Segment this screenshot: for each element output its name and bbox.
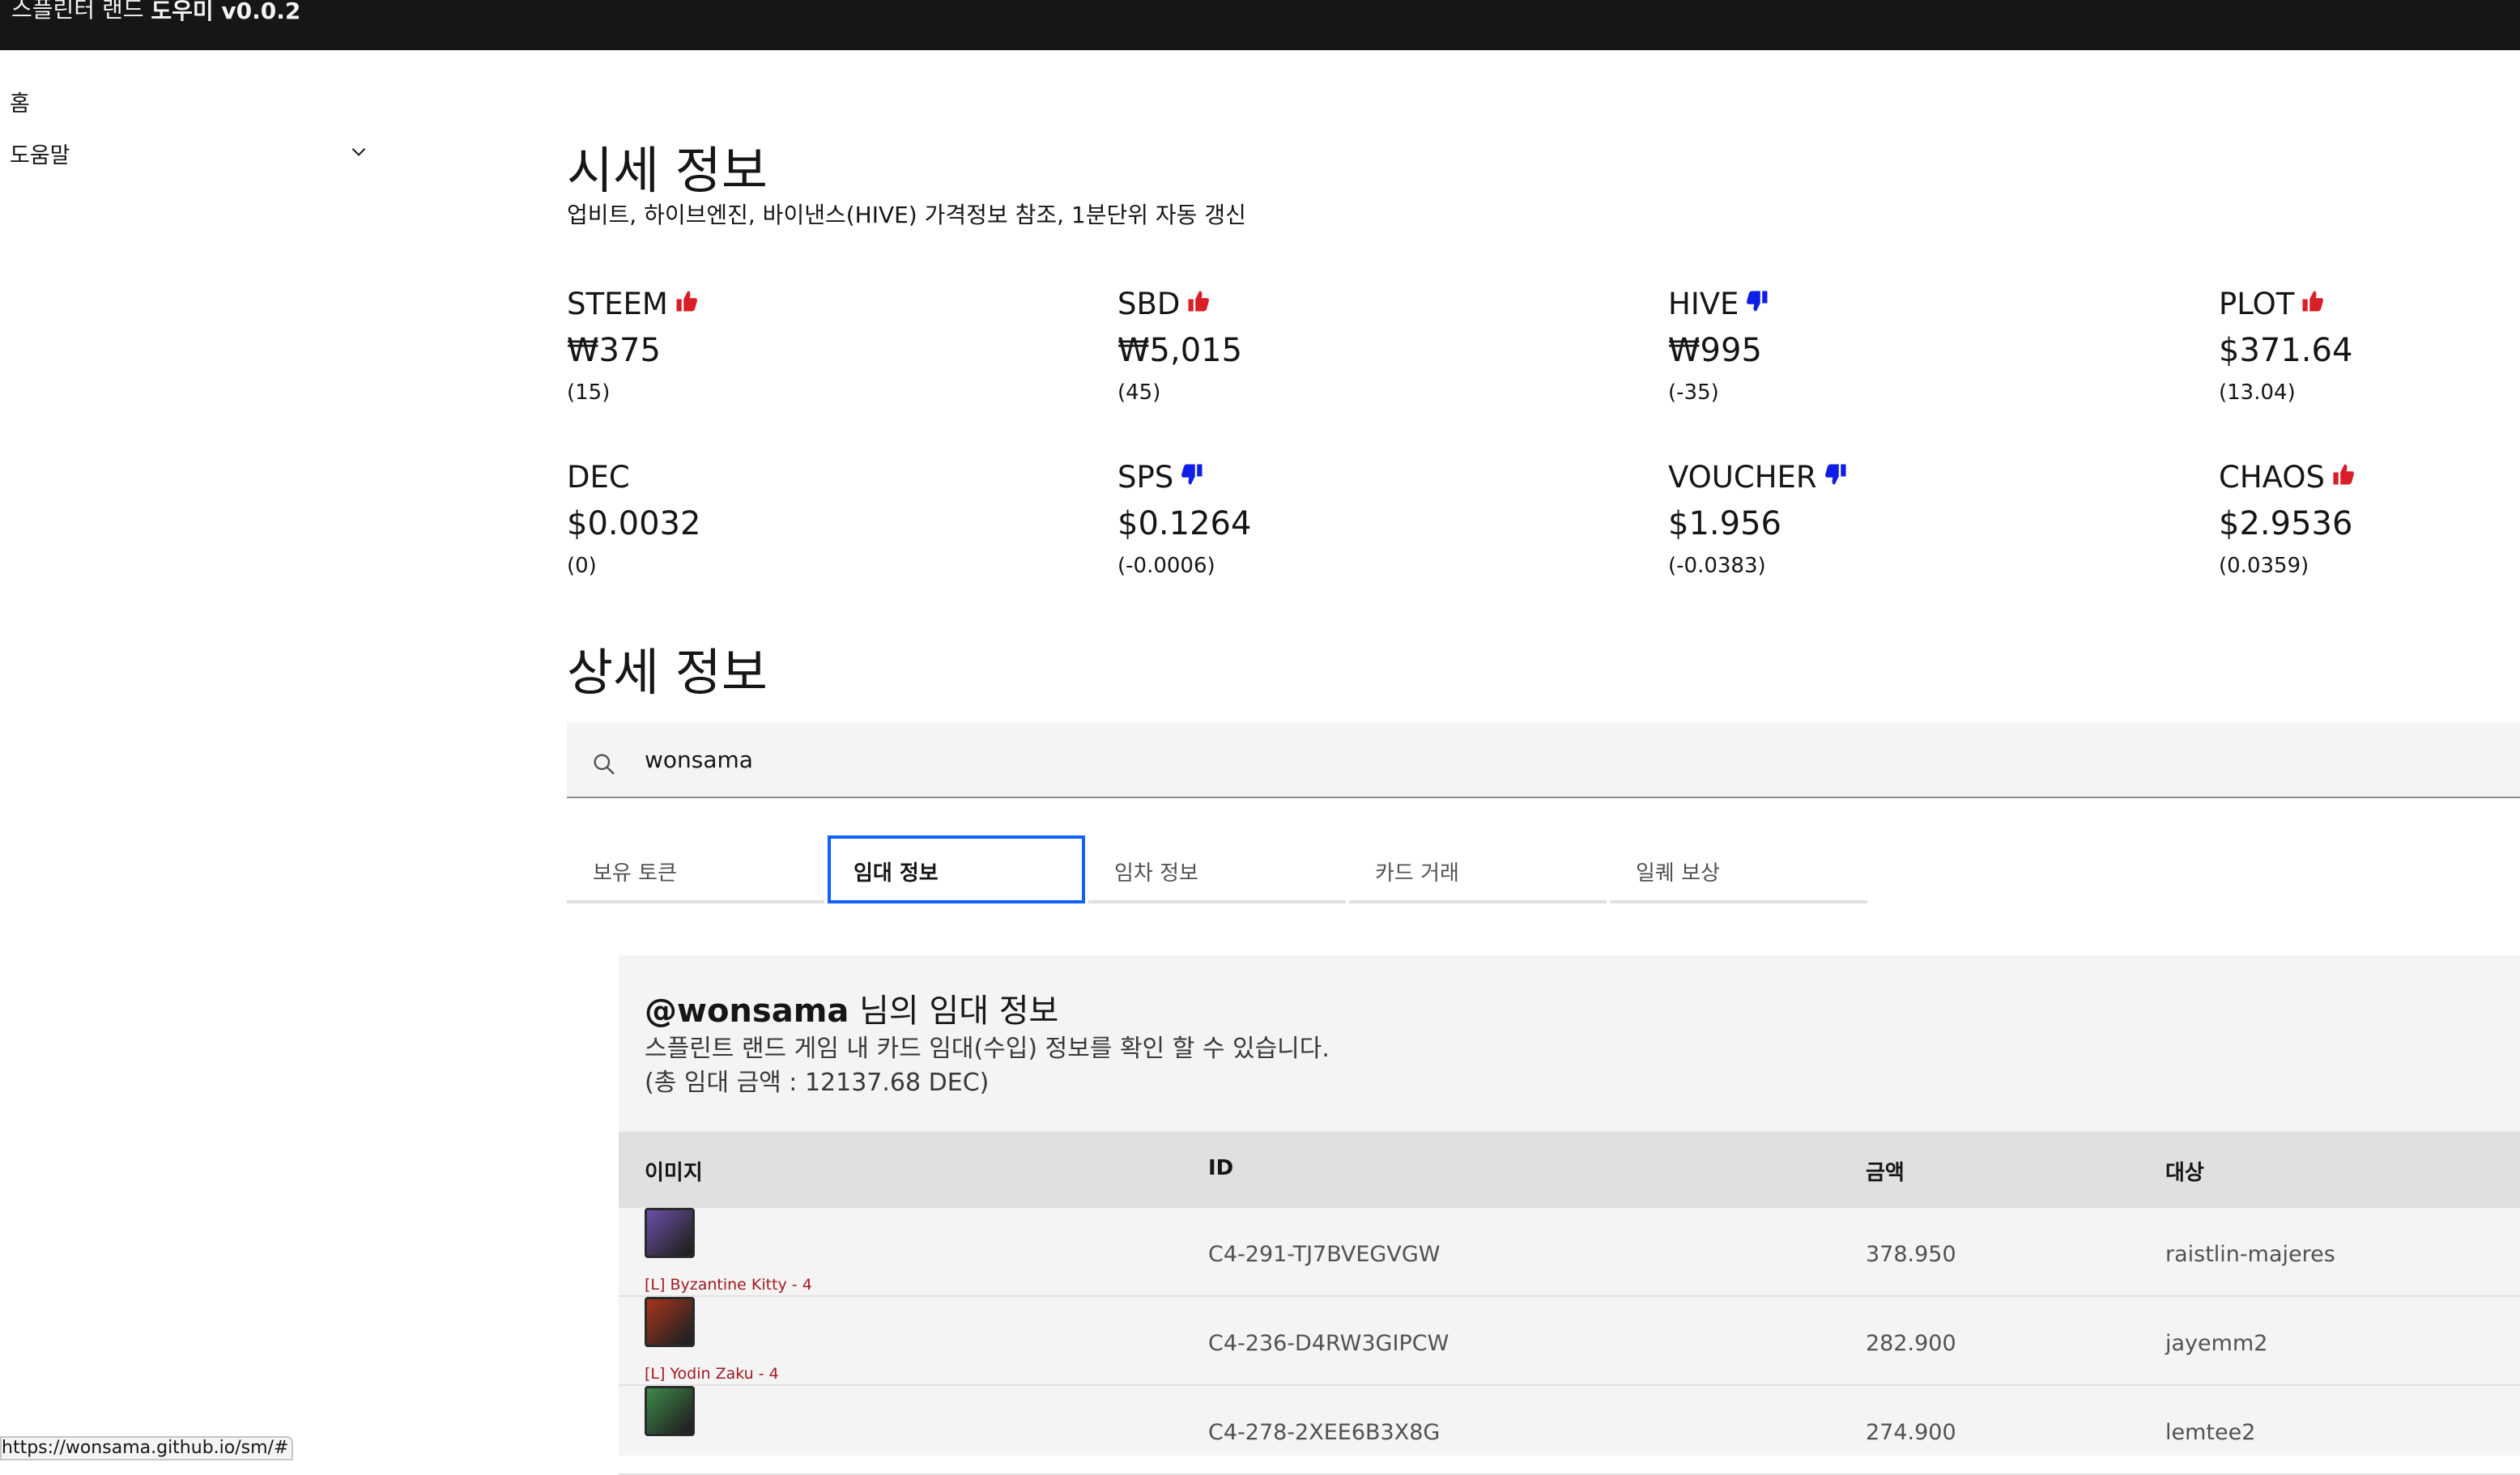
price-section-title: 시세 정보 xyxy=(567,141,768,200)
cell-target: jayemm2 xyxy=(2165,1331,2268,1356)
price-card: STEEM ₩375 (15) xyxy=(567,287,1053,440)
panel-total: (총 임대 금액 : 12137.68 DEC) xyxy=(645,1069,990,1097)
price-name-label: DEC xyxy=(567,460,630,495)
panel-title-user: @wonsama xyxy=(645,993,849,1030)
panel-description: 스플린트 랜드 게임 내 카드 임대(수입) 정보를 확인 할 수 있습니다. xyxy=(645,1035,1330,1063)
price-name-label: HIVE xyxy=(1668,287,1739,321)
tab-rental[interactable]: 임대 정보 xyxy=(828,835,1085,903)
panel-title-rest: 님의 임대 정보 xyxy=(849,993,1059,1030)
card-thumbnail[interactable] xyxy=(645,1297,695,1347)
price-card: HIVE ₩995 (-35) xyxy=(1668,287,2154,440)
sidebar-item-help[interactable]: 도움말 xyxy=(10,138,70,169)
top-bar: 스플린터 랜드 도우미 v0.0.2 xyxy=(0,0,2520,50)
thumbs-down-icon xyxy=(1824,464,1846,485)
price-change: (-0.0383) xyxy=(1668,554,1766,578)
cell-target: raistlin-majeres xyxy=(2165,1242,2335,1267)
tab-card-trade[interactable]: 카드 거래 xyxy=(1349,835,1607,903)
price-name-label: STEEM xyxy=(567,287,668,321)
sidebar-item-home[interactable]: 홈 xyxy=(10,86,30,117)
price-name: DEC xyxy=(567,460,630,495)
card-thumbnail[interactable] xyxy=(645,1208,695,1258)
thumbs-down-icon xyxy=(1181,464,1203,485)
price-name-label: CHAOS xyxy=(2219,460,2325,495)
rental-panel: @wonsama 님의 임대 정보 스플린트 랜드 게임 내 카드 임대(수입)… xyxy=(619,955,2520,1475)
price-value: $0.1264 xyxy=(1117,505,1252,542)
cell-id: C4-278-2XEE6B3X8G xyxy=(1208,1420,1441,1445)
search-input[interactable] xyxy=(645,737,2264,782)
price-card: SBD ₩5,015 (45) xyxy=(1117,287,1603,440)
cell-amount: 274.900 xyxy=(1866,1420,1956,1445)
price-value: $0.0032 xyxy=(567,505,701,542)
panel-title: @wonsama 님의 임대 정보 xyxy=(645,984,1058,1031)
price-name: SBD xyxy=(1117,287,1211,321)
cell-amount: 378.950 xyxy=(1866,1242,1956,1267)
price-change: (0) xyxy=(567,554,597,578)
column-header-target[interactable]: 대상 xyxy=(2165,1156,2204,1186)
price-value: $1.956 xyxy=(1668,505,1781,542)
column-header-id[interactable]: ID xyxy=(1208,1156,1233,1180)
detail-section-title: 상세 정보 xyxy=(567,643,768,702)
price-value: ₩995 xyxy=(1668,332,1762,369)
price-name: PLOT xyxy=(2219,287,2325,321)
price-name: SPS xyxy=(1117,460,1204,495)
cell-id: C4-291-TJ7BVEGVGW xyxy=(1208,1242,1441,1267)
thumbs-up-icon xyxy=(2302,291,2324,312)
chevron-down-icon[interactable] xyxy=(348,141,369,162)
main-content: 시세 정보 업비트, 하이브엔진, 바이낸스(HIVE) 가격정보 참조, 1분… xyxy=(567,50,2520,1475)
price-value: $371.64 xyxy=(2219,332,2353,369)
table-row[interactable]: [L] Yodin Zaku - 4 C4-236-D4RW3GIPCW 282.9… xyxy=(619,1297,2520,1386)
price-name-label: VOUCHER xyxy=(1668,460,1817,495)
brand-suffix: 도우미 v0.0.2 xyxy=(151,0,301,24)
price-card: VOUCHER $1.956 (-0.0383) xyxy=(1668,460,2154,614)
tab-daily-quest[interactable]: 일퀘 보상 xyxy=(1610,835,1867,903)
table-row[interactable]: [L] Byzantine Kitty - 4 C4-291-TJ7BVEGVGW… xyxy=(619,1208,2520,1297)
price-change: (-0.0006) xyxy=(1117,554,1215,578)
card-name: [L] Byzantine Kitty - 4 xyxy=(645,1276,812,1294)
price-name: CHAOS xyxy=(2219,460,2356,495)
search-icon xyxy=(594,754,615,775)
table-header: 이미지 ID 금액 대상 xyxy=(619,1132,2520,1208)
column-header-amount[interactable]: 금액 xyxy=(1866,1156,1905,1186)
status-url-bar: https://wonsama.github.io/sm/# xyxy=(0,1436,293,1460)
price-card: PLOT $371.64 (13.04) xyxy=(2219,287,2520,440)
thumbs-up-icon xyxy=(1188,291,1210,312)
table-row[interactable]: C4-278-2XEE6B3X8G 274.900 lemtee2 xyxy=(619,1386,2520,1475)
price-name: HIVE xyxy=(1668,287,1769,321)
price-change: (15) xyxy=(567,380,611,405)
price-value: ₩375 xyxy=(567,332,661,369)
search-bar[interactable] xyxy=(567,722,2520,798)
card-thumbnail[interactable] xyxy=(645,1386,695,1436)
thumbs-down-icon xyxy=(1747,291,1768,312)
price-card: DEC $0.0032 (0) xyxy=(567,460,1053,614)
cell-target: lemtee2 xyxy=(2165,1420,2256,1445)
tab-tokens[interactable]: 보유 토큰 xyxy=(567,835,824,903)
price-card: SPS $0.1264 (-0.0006) xyxy=(1117,460,1603,614)
price-name-label: PLOT xyxy=(2219,287,2295,321)
price-change: (13.04) xyxy=(2219,380,2296,405)
cell-amount: 282.900 xyxy=(1866,1331,1956,1356)
price-name: VOUCHER xyxy=(1668,460,1848,495)
cell-id: C4-236-D4RW3GIPCW xyxy=(1208,1331,1449,1356)
thumbs-up-icon xyxy=(676,291,697,312)
thumbs-up-icon xyxy=(2333,464,2354,485)
tab-lease[interactable]: 임차 정보 xyxy=(1088,835,1346,903)
column-header-image[interactable]: 이미지 xyxy=(645,1156,703,1186)
card-name: [L] Yodin Zaku - 4 xyxy=(645,1365,779,1383)
price-section-subtitle: 업비트, 하이브엔진, 바이낸스(HIVE) 가격정보 참조, 1분단위 자동 … xyxy=(567,202,1246,228)
price-name-label: SBD xyxy=(1117,287,1181,321)
price-name-label: SPS xyxy=(1117,460,1174,495)
price-change: (0.0359) xyxy=(2219,554,2309,578)
sidebar: 홈 도움말 xyxy=(0,50,381,1456)
price-value: $2.9536 xyxy=(2219,505,2353,542)
price-change: (45) xyxy=(1117,380,1161,405)
brand-prefix: 스플린터 랜드 xyxy=(11,0,144,23)
detail-tabs: 보유 토큰 임대 정보 임차 정보 카드 거래 일퀘 보상 xyxy=(567,835,1871,903)
price-name: STEEM xyxy=(567,287,699,321)
price-value: ₩5,015 xyxy=(1117,332,1243,369)
price-card: CHAOS $2.9536 (0.0359) xyxy=(2219,460,2520,614)
price-change: (-35) xyxy=(1668,380,1719,405)
